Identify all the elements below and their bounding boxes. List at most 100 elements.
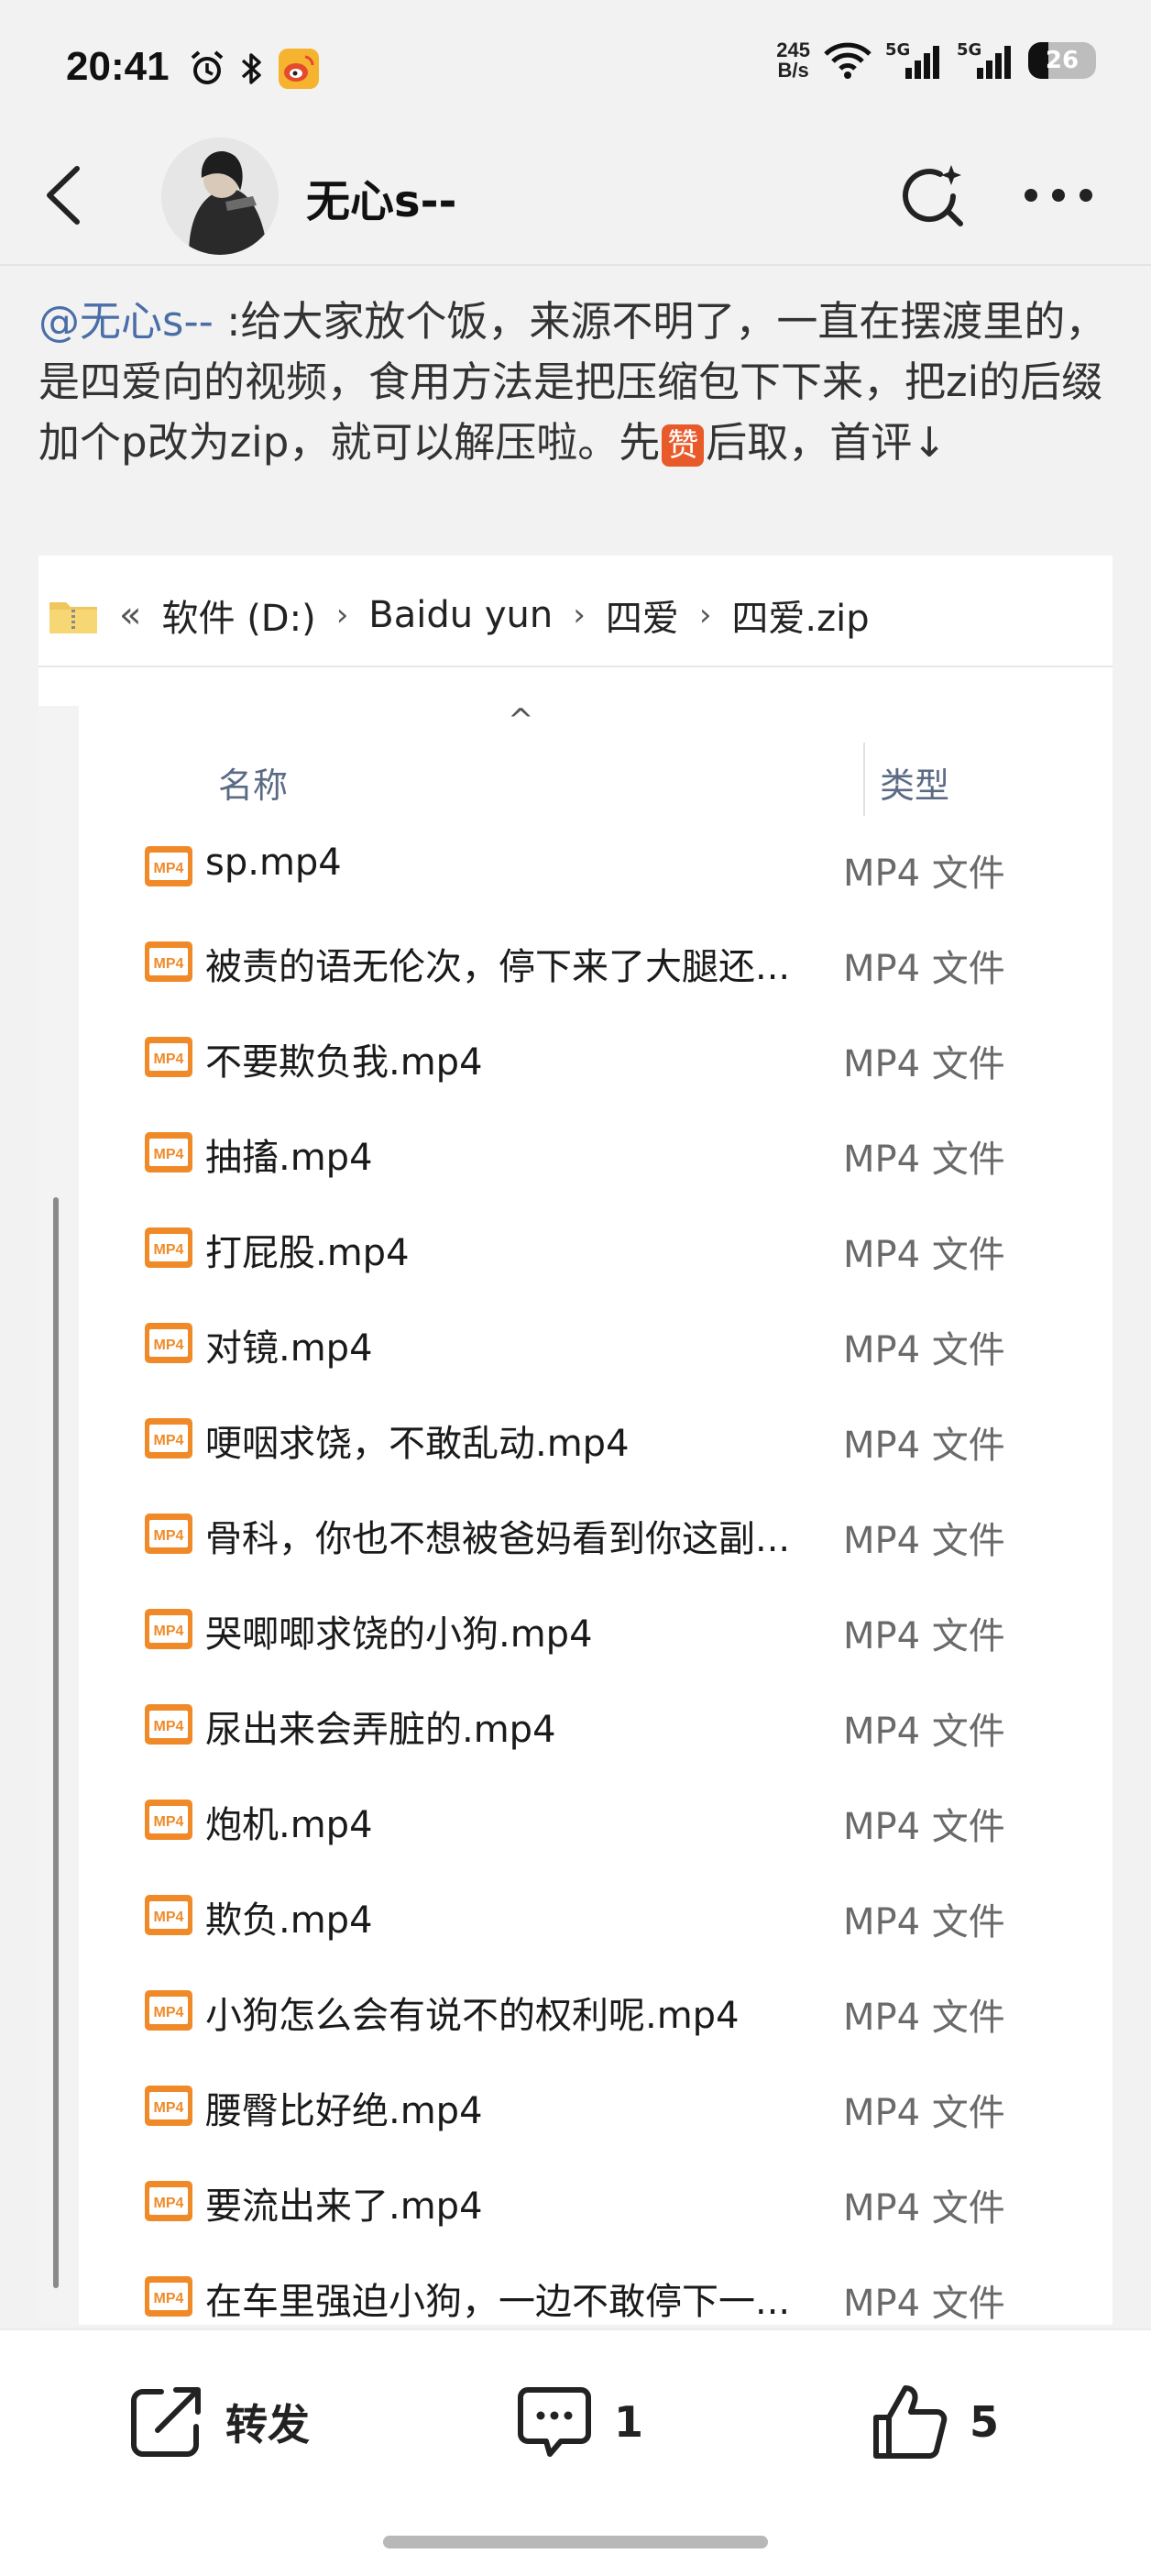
file-row[interactable]: MP4 炮机.mp4 MP4 文件 — [38, 1777, 1113, 1872]
file-type: MP4 文件 — [843, 1425, 1005, 1467]
file-name: 欺负.mp4 — [205, 1899, 373, 1942]
file-name: 打屁股.mp4 — [205, 1232, 410, 1274]
search-icon — [903, 165, 963, 226]
file-name: 对镜.mp4 — [205, 1327, 373, 1370]
alarm-icon — [191, 50, 224, 84]
wifi-icon — [824, 42, 871, 79]
comment-icon — [518, 2387, 591, 2457]
cell-signal-2: 5G — [957, 40, 1015, 81]
search-button[interactable] — [896, 160, 970, 233]
file-type: MP4 文件 — [843, 1615, 1005, 1657]
mp4-file-icon: MP4 — [145, 1034, 192, 1080]
file-type: MP4 文件 — [843, 1043, 1005, 1085]
path-segment: 四爱.zip — [731, 598, 870, 640]
file-name: 小狗怎么会有说不的权利呢.mp4 — [205, 1995, 740, 2037]
mp4-file-icon: MP4 — [145, 1320, 192, 1366]
file-name: 哽咽求饶，不敢乱动.mp4 — [205, 1423, 630, 1465]
mp4-file-icon: MP4 — [145, 939, 192, 985]
path-separator-icon: › — [698, 597, 712, 633]
file-type: MP4 文件 — [843, 1901, 1005, 1943]
file-row[interactable]: MP4 不要欺负我.mp4 MP4 文件 — [38, 1014, 1113, 1109]
file-type: MP4 文件 — [843, 1139, 1005, 1181]
file-type: MP4 文件 — [843, 1520, 1005, 1562]
file-row[interactable]: MP4 sp.mp4 MP4 文件 — [38, 823, 1113, 919]
file-row[interactable]: MP4 哭唧唧求饶的小狗.mp4 MP4 文件 — [38, 1586, 1113, 1681]
svg-text:MP4: MP4 — [154, 1910, 184, 1925]
mp4-file-icon: MP4 — [145, 1129, 192, 1175]
file-name: 腰臀比好绝.mp4 — [205, 2090, 483, 2132]
avatar[interactable] — [161, 138, 279, 255]
repost-label: 转发 — [225, 2400, 310, 2449]
file-name: 抽搐.mp4 — [205, 1137, 373, 1179]
file-type: MP4 文件 — [843, 2187, 1005, 2229]
mp4-file-icon: MP4 — [145, 1606, 192, 1652]
status-right-icons: 245 B/s 5G 5G 26 — [776, 40, 1096, 81]
file-row[interactable]: MP4 要流出来了.mp4 MP4 文件 — [38, 2158, 1113, 2253]
path-segment: Baidu yun — [368, 594, 554, 636]
mp4-file-icon: MP4 — [145, 1701, 192, 1747]
comment-button[interactable]: 1 — [513, 2376, 643, 2468]
file-row[interactable]: MP4 腰臀比好绝.mp4 MP4 文件 — [38, 2063, 1113, 2158]
mp4-file-icon: MP4 — [145, 1797, 192, 1843]
file-row[interactable]: MP4 对镜.mp4 MP4 文件 — [38, 1300, 1113, 1395]
path-segment: 软件 (D:) — [161, 598, 316, 640]
like-button[interactable]: 5 — [869, 2376, 999, 2468]
file-row[interactable]: MP4 欺负.mp4 MP4 文件 — [38, 1872, 1113, 1967]
svg-text:MP4: MP4 — [154, 956, 184, 972]
back-button[interactable] — [37, 163, 92, 227]
file-name: 要流出来了.mp4 — [205, 2185, 483, 2228]
share-icon — [131, 2387, 201, 2457]
file-row[interactable]: MP4 打屁股.mp4 MP4 文件 — [38, 1205, 1113, 1300]
avatar-image — [161, 138, 279, 255]
svg-text:MP4: MP4 — [154, 1242, 184, 1258]
more-options-button[interactable] — [1017, 172, 1100, 218]
zan-emoji: 赞 — [662, 424, 705, 467]
network-speed: 245 B/s — [776, 39, 810, 82]
username[interactable]: 无心s-- — [306, 165, 456, 229]
file-row[interactable]: MP4 骨科，你也不想被爸妈看到你这副... MP4 文件 — [38, 1491, 1113, 1586]
home-indicator[interactable] — [383, 2536, 768, 2548]
post-body-text-end: 后取，首评↓ — [706, 418, 947, 467]
svg-text:MP4: MP4 — [154, 861, 184, 876]
like-count: 5 — [970, 2397, 1000, 2447]
file-row[interactable]: MP4 尿出来会弄脏的.mp4 MP4 文件 — [38, 1681, 1113, 1777]
thumbs-up-icon — [873, 2385, 948, 2459]
post-text: @无心s-- :给大家放个饭，来源不明了，一直在摆渡里的，是四爱向的视频，食用方… — [38, 292, 1120, 473]
chevron-left-icon — [47, 166, 80, 225]
cell-signal-1: 5G — [885, 40, 944, 81]
file-list: MP4 sp.mp4 MP4 文件 MP4 被责的语无伦次，停下来了大腿还... MP4 … — [38, 823, 1113, 2325]
mp4-file-icon: MP4 — [145, 1987, 192, 2033]
file-row[interactable]: MP4 被责的语无伦次，停下来了大腿还... MP4 文件 — [38, 919, 1113, 1014]
file-name: 哭唧唧求饶的小狗.mp4 — [205, 1613, 593, 1656]
column-header-name: 名称 — [218, 765, 289, 806]
svg-text:MP4: MP4 — [154, 1433, 184, 1448]
file-row[interactable]: MP4 抽搐.mp4 MP4 文件 — [38, 1109, 1113, 1205]
file-name: 不要欺负我.mp4 — [205, 1041, 483, 1084]
svg-text:MP4: MP4 — [154, 2005, 184, 2020]
file-type: MP4 文件 — [843, 2283, 1005, 2325]
path-segment: 四爱 — [605, 598, 679, 640]
mp4-file-icon: MP4 — [145, 1415, 192, 1461]
status-left-icons — [188, 48, 320, 90]
column-header-row: ^ 名称 类型 — [79, 702, 1113, 816]
bottom-action-bar: 转发 1 5 — [0, 2328, 1151, 2576]
path-overflow-icon: « — [119, 594, 142, 636]
sort-up-icon: ^ — [508, 702, 534, 739]
svg-text:MP4: MP4 — [154, 1719, 184, 1734]
file-name: sp.mp4 — [205, 842, 342, 884]
svg-text:MP4: MP4 — [154, 1051, 184, 1067]
repost-button[interactable]: 转发 — [125, 2376, 310, 2468]
more-dots-icon — [1025, 189, 1092, 202]
file-row[interactable]: MP4 小狗怎么会有说不的权利呢.mp4 MP4 文件 — [38, 1967, 1113, 2063]
file-row[interactable]: MP4 在车里强迫小狗，一边不敢停下一... MP4 文件 — [38, 2253, 1113, 2325]
svg-text:MP4: MP4 — [154, 1338, 184, 1353]
mp4-file-icon: MP4 — [145, 843, 192, 889]
file-row[interactable]: MP4 哽咽求饶，不敢乱动.mp4 MP4 文件 — [38, 1395, 1113, 1491]
mention-link[interactable]: @无心s-- — [38, 297, 214, 346]
file-type: MP4 文件 — [843, 948, 1005, 990]
post-image-file-explorer[interactable]: « 软件 (D:) › Baidu yun › 四爱 › 四爱.zip ^ 名称… — [38, 556, 1113, 2325]
file-name: 炮机.mp4 — [205, 1804, 373, 1846]
svg-text:MP4: MP4 — [154, 2291, 184, 2306]
weibo-app-icon — [279, 49, 319, 89]
column-header-type: 类型 — [880, 765, 950, 806]
